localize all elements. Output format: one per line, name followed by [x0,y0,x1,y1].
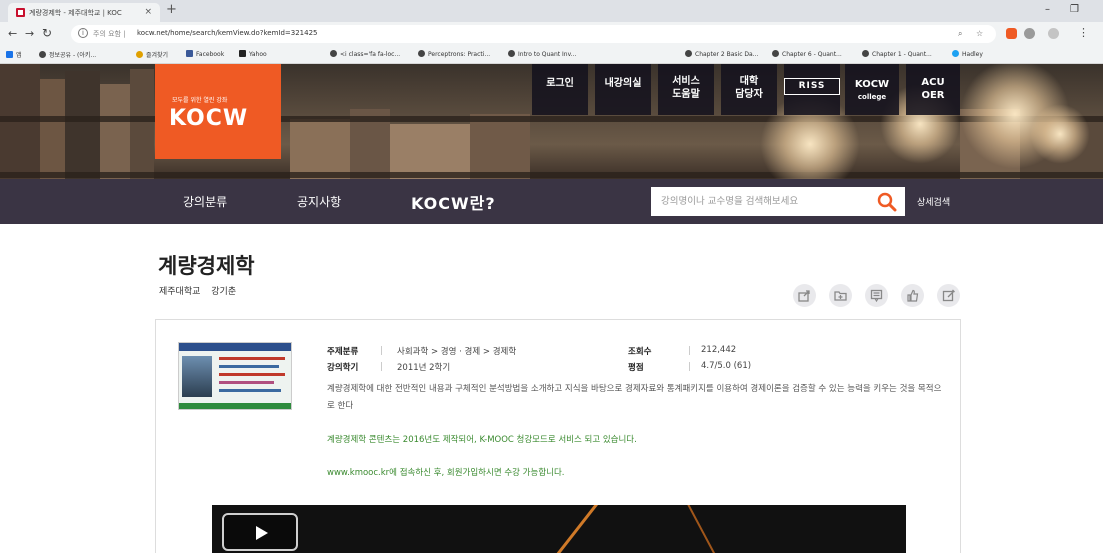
riss-logo: RISS [784,78,840,95]
share-icon [798,290,810,302]
url-text[interactable]: kocw.net/home/search/kemView.do?kemId=32… [137,29,318,37]
folder-icon [834,291,847,301]
video-player[interactable] [212,505,906,553]
kmooc-notice: 계량경제학 콘텐츠는 2016년도 제작되어, K-MOOC 청강모드로 서비스… [327,435,637,445]
forward-arrow-icon[interactable]: → [25,27,34,40]
bookmark-item[interactable]: <i class='fa fa-loc... [330,50,400,58]
course-title: 계량경제학 [158,254,255,278]
extension-icon[interactable] [1024,28,1035,39]
nav-notice[interactable]: 공지사항 [297,193,341,210]
browser-tab-bar: 계량경제학 - 제주대학교 | KOC × + – ❐ [0,0,1103,22]
kmooc-link-text[interactable]: www.kmooc.kr에 접속하신 후, 회원가입하시면 수강 가능합니다. [327,466,565,478]
globe-icon [862,50,869,57]
bookmark-item[interactable]: 즐겨찾기 [136,50,168,59]
nav-lecture-category[interactable]: 강의분류 [183,193,227,210]
bookmark-item[interactable]: Chapter 6 - Quant... [772,50,842,58]
bookmark-item[interactable]: 정보공유 - (아키... [39,50,96,59]
bookmark-item[interactable]: Chapter 1 - Quant... [862,50,932,58]
yahoo-icon [239,50,246,57]
star-icon [136,51,143,58]
bookmark-item[interactable]: 앱 [6,50,22,59]
new-tab-button[interactable]: + [166,3,177,17]
edit-icon [942,289,955,302]
info-icon[interactable]: i [78,28,88,38]
logo-tagline: 모두를 위한 열린 강좌 [172,97,228,104]
kocw-favicon-icon [16,8,25,17]
globe-icon [330,50,337,57]
semester-value: 2011년 2학기 [397,363,451,373]
rating-label: 평점 [628,363,644,373]
menu-icon[interactable]: ⋮ [1078,26,1089,39]
bookmark-star-icon[interactable]: ☆ [976,29,983,38]
advanced-search-link[interactable]: 상세검색 [917,195,950,208]
search-icon[interactable] [877,192,897,212]
twitter-icon [952,50,959,57]
subject-label: 주제분류 [327,347,359,357]
login-button[interactable]: 로그인 [532,64,588,115]
reload-icon[interactable]: ↻ [42,26,52,40]
minimize-window-button[interactable]: – [1045,4,1050,15]
professor-name: 강기춘 [211,287,237,297]
bookmark-item[interactable]: Hadley [952,50,983,58]
course-description: 계량경제학에 대한 전반적인 내용과 구체적인 분석방법을 소개하고 지식을 바… [327,384,942,411]
logo-wordmark: KOCW [169,106,249,131]
globe-icon [39,51,46,58]
rating-value: 4.7/5.0 (61) [701,361,752,371]
university-manager-button[interactable]: 대학 담당자 [721,64,777,115]
close-tab-icon[interactable]: × [144,7,152,17]
security-warning-text: 주의 요함 | [93,30,126,38]
share-button[interactable] [793,284,816,307]
kocw-logo[interactable]: 모두를 위한 열린 강좌 KOCW [155,64,281,159]
play-button[interactable] [222,513,298,551]
course-meta: 제주대학교 강기춘 [159,284,236,297]
course-info-card: 주제분류 사회과학 > 경영 · 경제 > 경제학 강의학기 2011년 2학기… [155,319,961,553]
bookmark-item[interactable]: Intro to Quant Inv... [508,50,576,58]
comment-button[interactable] [865,284,888,307]
semester-label: 강의학기 [327,363,359,373]
main-navigation: 강의분류 공지사항 KOCW란? 상세검색 [0,179,1103,224]
university-name: 제주대학교 [159,287,201,297]
tab-title: 계량경제학 - 제주대학교 | KOC [29,9,122,17]
globe-icon [772,50,779,57]
comment-icon [870,289,883,302]
bookmarks-bar: 앱 정보공유 - (아키... 즐겨찾기 Facebook Yahoo <i c… [0,46,1103,64]
views-value: 212,442 [701,345,737,355]
thumb-icon [907,289,919,302]
write-button[interactable] [937,284,960,307]
profile-avatar-icon[interactable] [1048,28,1059,39]
facebook-icon [186,50,193,57]
service-help-button[interactable]: 서비스 도움말 [658,64,714,115]
search-box [651,187,905,216]
url-field[interactable]: i 주의 요함 | kocw.net/home/search/kemView.d… [71,25,996,43]
course-thumbnail[interactable] [178,342,292,410]
back-arrow-icon[interactable]: ← [8,27,17,40]
globe-icon [508,50,515,57]
bookmark-item[interactable]: Facebook [186,50,224,58]
maximize-window-button[interactable]: ❐ [1070,4,1079,15]
subject-value[interactable]: 사회과학 > 경영 · 경제 > 경제학 [397,345,516,357]
zoom-icon[interactable]: ⌕ [958,29,962,39]
address-bar: ← → ↻ i 주의 요함 | kocw.net/home/search/kem… [0,22,1103,46]
views-label: 조회수 [628,347,652,357]
acu-oer-link[interactable]: ACU OER [906,64,960,115]
bookmark-item[interactable]: Chapter 2 Basic Da... [685,50,758,58]
rate-button[interactable] [901,284,924,307]
riss-link[interactable]: RISS [784,64,840,115]
bookmark-item[interactable]: Perceptrons: Practi... [418,50,490,58]
save-to-folder-button[interactable] [829,284,852,307]
kocw-college-link[interactable]: KOCW college [845,64,899,115]
browser-tab[interactable]: 계량경제학 - 제주대학교 | KOC × [8,3,160,22]
globe-icon [418,50,425,57]
nav-what-is-kocw[interactable]: KOCW란? [411,190,496,214]
bookmark-item[interactable]: Yahoo [239,50,267,58]
search-input[interactable] [651,187,866,216]
extension-icon[interactable] [1006,28,1017,39]
globe-icon [685,50,692,57]
my-lecture-room-button[interactable]: 내강의실 [595,64,651,115]
apps-icon [6,51,13,58]
